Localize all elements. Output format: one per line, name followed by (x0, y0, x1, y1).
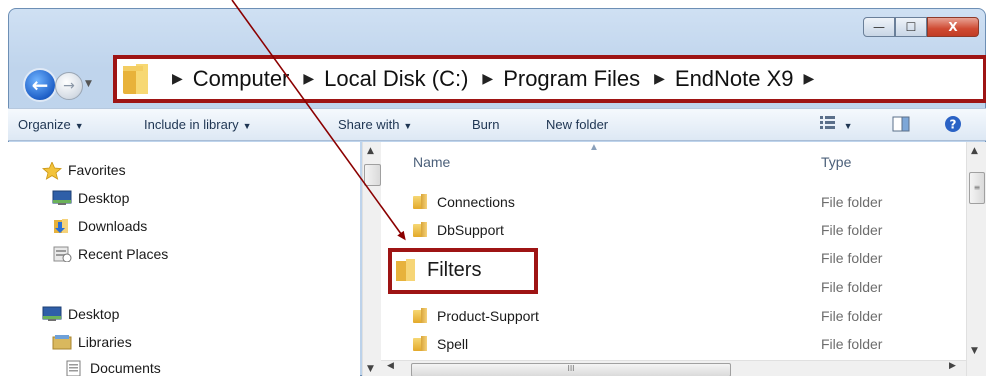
nav-item-label: Downloads (78, 218, 148, 234)
nav-item-libraries[interactable]: Libraries (52, 334, 132, 350)
forward-arrow-icon: → (63, 78, 75, 94)
file-type: File folder (821, 336, 883, 352)
table-row[interactable]: Connections (413, 194, 515, 210)
folder-icon (413, 336, 429, 352)
star-icon (42, 160, 62, 180)
view-options-button[interactable]: ▼ (820, 115, 853, 132)
horizontal-scroll-thumb[interactable]: III (411, 363, 731, 376)
preview-pane-icon (892, 116, 910, 132)
dropdown-icon: ▼ (242, 121, 252, 131)
dropdown-icon: ▼ (403, 121, 413, 131)
nav-item-label: Desktop (78, 190, 130, 206)
folder-icon (413, 308, 429, 324)
include-in-library-button[interactable]: Include in library ▼ (144, 117, 252, 132)
nav-scroll-thumb[interactable] (364, 164, 381, 186)
recent-pages-dropdown-icon[interactable]: ▼ (85, 79, 92, 89)
column-header-name[interactable]: Name (413, 154, 450, 170)
nav-item-label: Recent Places (78, 246, 169, 262)
file-type: File folder (821, 279, 883, 295)
nav-item-recent-places[interactable]: Recent Places (52, 246, 169, 263)
navigation-pane: Favorites Desktop Downloads Recent Place… (8, 142, 360, 376)
file-name: Filters (427, 258, 482, 281)
help-button[interactable]: ? (944, 115, 962, 136)
include-in-library-label: Include in library (144, 117, 239, 132)
scroll-up-icon[interactable]: ▲ (367, 146, 374, 156)
help-icon: ? (945, 116, 961, 132)
folder-icon (413, 194, 429, 210)
breadcrumb-endnote-x9[interactable]: EndNote X9 (675, 66, 794, 92)
folder-icon (413, 222, 429, 238)
table-row-filters[interactable]: Filters (395, 258, 481, 282)
file-type: File folder (821, 194, 883, 210)
desktop-icon (52, 190, 72, 206)
column-header-type[interactable]: Type (821, 154, 851, 170)
downloads-icon (52, 218, 72, 234)
breadcrumb-computer[interactable]: Computer (193, 66, 290, 92)
file-list-vertical-scrollbar[interactable]: ▲ ≡ ▼ (966, 142, 986, 376)
preview-pane-button[interactable] (892, 116, 910, 135)
vertical-scroll-thumb[interactable]: ≡ (969, 172, 985, 204)
scroll-down-icon[interactable]: ▼ (367, 364, 374, 374)
file-list-horizontal-scrollbar[interactable]: ◀ III ▶ (381, 360, 966, 376)
nav-item-favorites[interactable]: Favorites (42, 160, 126, 180)
breadcrumb-program-files[interactable]: Program Files (503, 66, 640, 92)
burn-button[interactable]: Burn (472, 117, 499, 132)
back-button[interactable]: ← (23, 68, 57, 102)
address-bar[interactable]: ▶ Computer ▶ Local Disk (C:) ▶ Program F… (113, 55, 986, 103)
file-name: Spell (437, 336, 469, 352)
share-with-button[interactable]: Share with ▼ (338, 117, 412, 132)
nav-item-documents[interactable]: Documents (64, 360, 161, 376)
svg-text:?: ? (950, 118, 957, 132)
table-row[interactable]: Product-Support (413, 308, 539, 324)
maximize-button[interactable]: ☐ (895, 17, 927, 37)
organize-label: Organize (18, 117, 71, 132)
nav-item-label: Favorites (68, 162, 126, 178)
organize-button[interactable]: Organize ▼ (18, 117, 84, 132)
back-arrow-icon: ← (31, 73, 49, 97)
forward-button[interactable]: → (55, 72, 83, 100)
breadcrumb-separator-icon[interactable]: ▶ (804, 71, 815, 87)
documents-icon (64, 360, 84, 376)
nav-item-desktop[interactable]: Desktop (52, 190, 129, 206)
close-button[interactable]: X (927, 17, 979, 37)
sort-ascending-icon: ▲ (589, 142, 599, 153)
breadcrumb-separator-icon: ▶ (172, 71, 183, 87)
nav-item-label: Libraries (78, 334, 132, 350)
breadcrumb-separator-icon[interactable]: ▶ (654, 71, 665, 87)
caption-buttons: — ☐ X (863, 17, 979, 37)
recent-places-icon (52, 246, 72, 263)
command-toolbar: Organize ▼ Include in library ▼ Share with… (8, 108, 986, 141)
folder-icon (122, 62, 152, 96)
nav-item-label: Documents (90, 360, 161, 376)
share-with-label: Share with (338, 117, 400, 132)
view-icon (820, 116, 835, 129)
file-list-pane: ▲ Name Type Connections File folder DbSu… (381, 142, 966, 376)
file-name: DbSupport (437, 222, 504, 238)
nav-pane-scrollbar[interactable]: ▲ ▼ (362, 142, 381, 376)
nav-item-downloads[interactable]: Downloads (52, 218, 147, 234)
folder-icon (395, 258, 417, 282)
file-type: File folder (821, 222, 883, 238)
minimize-button[interactable]: — (863, 17, 895, 37)
nav-item-label: Desktop (68, 306, 120, 322)
new-folder-button[interactable]: New folder (546, 117, 608, 132)
desktop-icon (42, 306, 62, 322)
scroll-down-icon[interactable]: ▼ (971, 346, 978, 356)
scroll-up-icon[interactable]: ▲ (971, 146, 978, 156)
file-type: File folder (821, 308, 883, 324)
table-row[interactable]: DbSupport (413, 222, 504, 238)
breadcrumb-local-disk[interactable]: Local Disk (C:) (324, 66, 468, 92)
scroll-right-icon[interactable]: ▶ (949, 361, 956, 371)
dropdown-icon: ▼ (74, 121, 84, 131)
breadcrumb-separator-icon[interactable]: ▶ (303, 71, 314, 87)
libraries-icon (52, 334, 72, 350)
scroll-left-icon[interactable]: ◀ (387, 361, 394, 371)
file-name: Connections (437, 194, 515, 210)
file-name: Product-Support (437, 308, 539, 324)
table-row[interactable]: Spell (413, 336, 468, 352)
file-type: File folder (821, 250, 883, 266)
breadcrumb-separator-icon[interactable]: ▶ (482, 71, 493, 87)
dropdown-icon: ▼ (843, 121, 853, 131)
nav-item-desktop-root[interactable]: Desktop (42, 306, 119, 322)
